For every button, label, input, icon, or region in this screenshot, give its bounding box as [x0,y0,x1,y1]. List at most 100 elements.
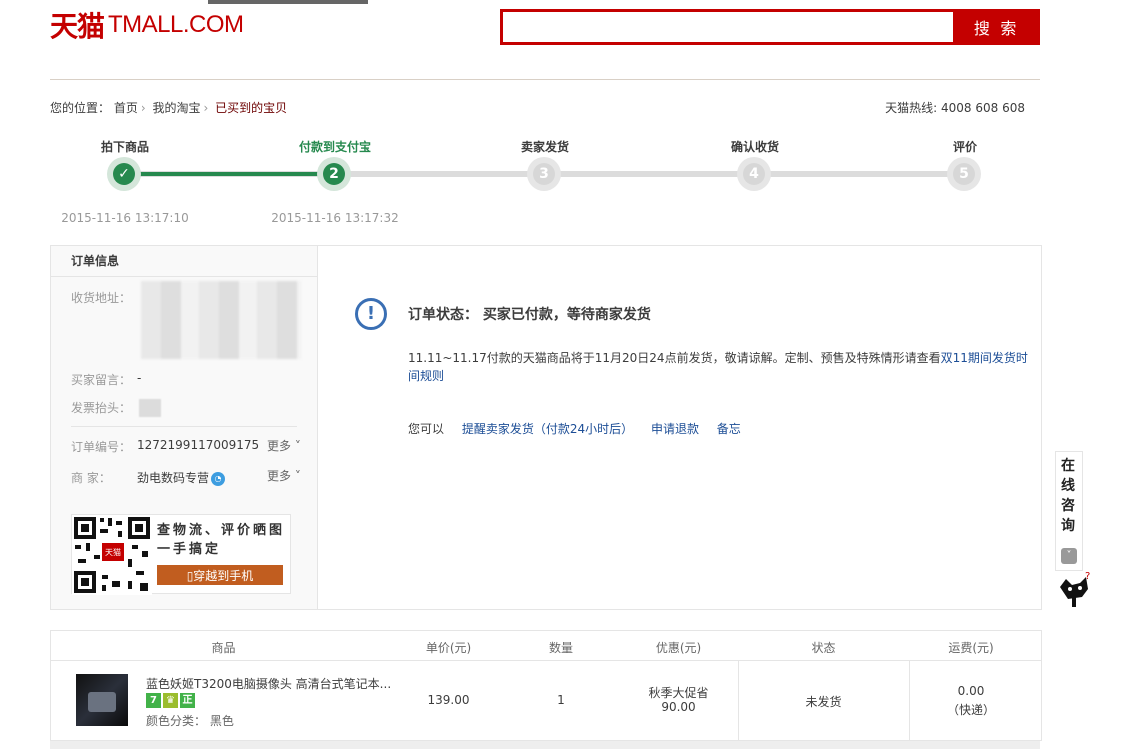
search-button[interactable]: 搜 索 [953,9,1040,45]
order-status-text: 订单状态： 买家已付款，等待商家发货 [408,307,651,323]
qr-promo-line2: 一手搞定 [157,542,222,557]
search-bar: 搜 索 [500,9,1040,45]
col-shipping: 运费(元) [948,641,994,655]
progress-track-done [124,172,334,176]
qr-promo-line1: 查物流、评价晒图 [157,523,286,538]
qr-tmall-badge: 天猫 [105,548,121,557]
qr-promo-text: 查物流、评价晒图 一手搞定 [157,521,285,559]
step-number-5: 5 [953,163,975,185]
order-no-label: 订单编号： [71,440,132,454]
discount-name: 秋季大促省 [648,686,709,700]
online-consult-text: 在线咨询 [1061,458,1075,534]
step-node-4: 4 [737,157,771,191]
quantity: 1 [557,693,565,707]
hotline: 天猫热线: 4008 608 608 [885,101,1025,115]
logo-cn-text: 天猫 [50,10,105,43]
chat-icon[interactable]: ◔ [211,471,226,486]
go-mobile-label: 穿越到手机 [193,569,254,583]
genuine-icon[interactable]: 正 [180,693,195,708]
address-label: 收货地址： [71,291,132,305]
unit-price: 139.00 [427,693,470,707]
order-info-title: 订单信息 [51,246,317,277]
step-number-4: 4 [743,163,765,185]
invoice-redacted [139,399,161,417]
step-label-3: 卖家发货 [520,140,569,154]
discount-amount: 90.00 [661,700,696,714]
browser-tab-indicator [208,0,368,4]
col-qty: 数量 [548,641,573,655]
svg-text:?: ? [1085,571,1090,582]
step-number-3: 3 [533,163,555,185]
shipping-fee: 0.00 [957,684,985,698]
message-value: - [137,371,142,385]
sidebar-divider [71,426,297,427]
shipping-notice: 11.11~11.17付款的天猫商品将于11月20日24点前发货，敬请谅解。定制… [408,349,1038,385]
order-no-value: 1272199117009175 [137,438,260,452]
order-info-sidebar: 订单信息 收货地址： 买家留言： - 发票抬头： 订单编号： 127219911… [51,246,318,609]
col-product: 商品 [211,641,236,655]
chevron-down-icon: ˅ [294,469,301,483]
address-redacted [141,281,301,359]
table-footer-strip [50,741,1040,749]
order-panel: 订单信息 收货地址： 买家留言： - 发票抬头： 订单编号： 127219911… [50,245,1042,610]
breadcrumb-prefix: 您的位置： [50,101,111,115]
step-time-2: 2015-11-16 13:17:32 [271,211,399,225]
step-node-2: 2 [317,157,351,191]
mobile-qr-promo: 天猫 查物流、评价晒图 一手搞定 ▯穿越到手机 [71,514,291,595]
seven-day-return-icon[interactable]: 7 [146,693,161,708]
chevron-down-icon[interactable]: ˅ [1061,548,1077,564]
check-icon: ✓ [113,163,135,185]
step-label-5: 评价 [952,140,977,154]
step-node-1: ✓ [107,157,141,191]
item-status: 未发货 [805,695,842,709]
invoice-label: 发票抬头： [71,401,132,415]
message-label: 买家留言： [71,373,132,387]
logo-en-text: TMALL.COM [108,11,244,38]
info-alert-icon: ! [355,298,387,330]
chevron-down-icon: ˅ [294,439,301,453]
breadcrumb-bought[interactable]: 已买到的宝贝 [215,101,287,115]
step-label-1: 拍下商品 [100,140,149,154]
product-title-link[interactable]: 蓝色妖姬T3200电脑摄像头 高清台式笔记本... [146,675,396,692]
table-row: 蓝色妖姬T3200电脑摄像头 高清台式笔记本... 7 ♛ 正 颜色分类： 黑色… [50,660,1042,741]
column-divider [738,660,739,740]
col-price: 单价(元) [425,641,472,655]
refund-link[interactable]: 申请退款 [651,422,699,436]
step-node-5: 5 [947,157,981,191]
header-divider [50,79,1040,80]
seller-label: 商 家： [71,471,111,485]
product-attribute: 颜色分类： 黑色 [146,714,234,728]
col-status: 状态 [811,641,836,655]
tmall-logo[interactable]: 天猫 TMALL.COM [50,8,244,43]
order-more-label: 更多 [267,439,292,453]
step-label-4: 确认收货 [730,140,779,154]
col-discount: 优惠(元) [655,641,702,655]
step-label-2: 付款到支付宝 [298,140,371,154]
product-thumbnail[interactable] [76,674,128,726]
search-input[interactable] [500,9,954,45]
seller-name[interactable]: 劲电数码专营 ◔ [137,469,226,486]
order-actions: 您可以 提醒卖家发货（付款24小时后） 申请退款 备忘 [408,420,741,437]
breadcrumb: 您的位置： 首页 › 我的淘宝 › 已买到的宝贝 [50,101,288,115]
step-time-1: 2015-11-16 13:17:10 [61,211,189,225]
remind-seller-link[interactable]: 提醒卖家发货（付款24小时后） [462,422,633,436]
tmall-cat-mascot-icon[interactable]: ? [1056,567,1096,611]
column-divider [909,660,910,740]
table-header: 商品 单价(元) 数量 优惠(元) 状态 运费(元) [50,630,1042,661]
seller-more-label: 更多 [267,469,292,483]
shipping-notice-text: 11.11~11.17付款的天猫商品将于11月20日24点前发货，敬请谅解。定制… [408,351,941,365]
breadcrumb-home[interactable]: 首页 [114,101,138,115]
warranty-icon[interactable]: ♛ [163,693,178,708]
step-node-3: 3 [527,157,561,191]
seller-more-link[interactable]: 更多 ˅ [267,467,301,484]
order-more-link[interactable]: 更多 ˅ [267,437,301,454]
memo-link[interactable]: 备忘 [717,422,741,436]
actions-prefix: 您可以 [408,422,445,436]
shipping-type: （快递） [946,703,995,717]
go-mobile-button[interactable]: ▯穿越到手机 [157,565,283,585]
order-status-panel: ! 订单状态： 买家已付款，等待商家发货 11.11~11.17付款的天猫商品将… [318,246,1041,609]
online-consult-widget[interactable]: 在线咨询 ˅ [1055,451,1083,571]
seller-name-text: 劲电数码专营 [137,471,210,485]
step-number-2: 2 [323,163,345,185]
breadcrumb-mytaobao[interactable]: 我的淘宝 [153,101,201,115]
